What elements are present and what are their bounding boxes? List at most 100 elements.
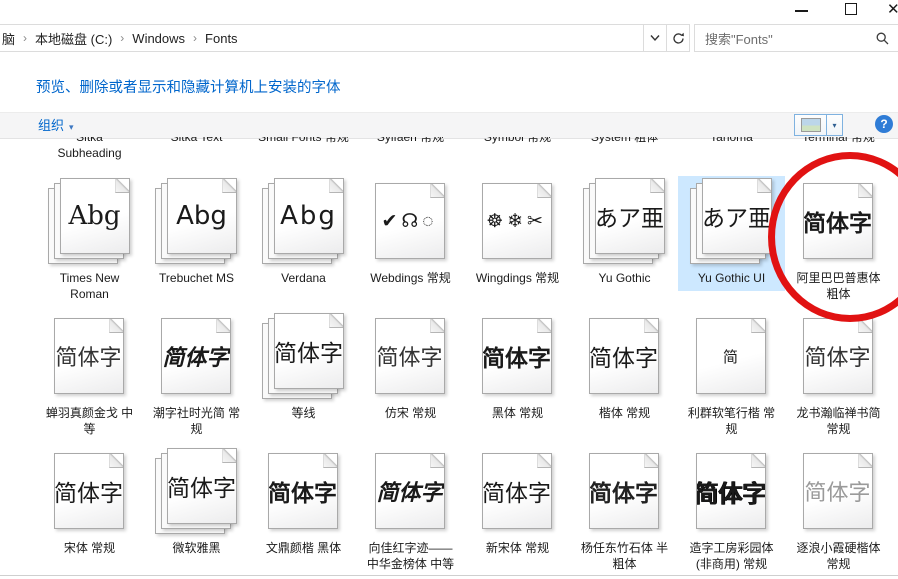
font-name-label: 黑体 常规 — [492, 405, 543, 421]
page-icon: 简体字 — [589, 318, 659, 394]
breadcrumb-separator-icon: › — [193, 31, 197, 45]
font-item[interactable]: あア亜Yu Gothic UI — [678, 176, 785, 291]
font-item[interactable]: Small Fonts 常规 — [250, 137, 357, 173]
font-preview-glyph: 简体字 — [589, 474, 658, 508]
font-preview-tile: 简体字 — [48, 313, 132, 401]
font-name-label: Webdings 常规 — [370, 270, 450, 286]
minimize-button[interactable] — [795, 10, 808, 12]
font-item[interactable]: 简体字阿里巴巴普惠体 粗体 — [785, 176, 892, 307]
font-preview-tile: 简体字 — [369, 448, 453, 536]
font-item[interactable]: 简体字杨任东竹石体 半粗体 — [571, 446, 678, 577]
search-icon[interactable] — [872, 32, 898, 45]
font-preview-glyph: 简体字 — [803, 204, 872, 238]
font-preview-glyph: 简体字 — [55, 340, 121, 372]
font-preview-glyph: 简体字 — [482, 474, 551, 508]
view-options-dropdown-button[interactable]: ▾ — [827, 114, 843, 136]
font-preview-glyph: 简体字 — [268, 474, 337, 508]
font-item[interactable]: Sitka Text — [143, 137, 250, 173]
font-item[interactable]: 简利群软笔行楷 常规 — [678, 311, 785, 442]
breadcrumb-item-windows[interactable]: Windows — [132, 31, 185, 46]
font-item[interactable]: ✔☊◌ Webdings 常规 — [357, 176, 464, 291]
page-icon: 简体字 — [161, 318, 231, 394]
page-icon: 简体字 — [54, 318, 124, 394]
font-preview-tile: 简体字 — [155, 448, 239, 536]
organize-menu-button[interactable]: 组织▾ — [38, 113, 74, 138]
font-name-label: Small Fonts 常规 — [258, 137, 349, 173]
font-item[interactable]: Sitka Subheading — [36, 137, 143, 173]
font-item[interactable]: 简体字向佳红字迹——中华金榜体 中等 — [357, 446, 464, 577]
page-icon: Abg — [274, 178, 344, 254]
font-item[interactable]: Terminal 常规 — [785, 137, 892, 173]
font-preview-tile: 简体字 — [797, 313, 881, 401]
page-icon: 简体字 — [375, 453, 445, 529]
font-item[interactable]: 简体字龙书瀚临禅书简 常规 — [785, 311, 892, 442]
font-preview-glyph: 简体字 — [482, 339, 551, 373]
fonts-explorer-window: ✕ 脑 › 本地磁盘 (C:) › Windows › Fonts 搜索" — [0, 0, 898, 579]
font-item[interactable]: AbgTrebuchet MS — [143, 176, 250, 291]
font-preview-tile: 简体字 — [476, 448, 560, 536]
font-preview-glyph: 简体字 — [162, 340, 228, 372]
font-item[interactable]: 简体字仿宋 常规 — [357, 311, 464, 426]
font-name-label: Wingdings 常规 — [476, 270, 559, 286]
page-icon: 简体字 — [589, 453, 659, 529]
font-preview-tile: あア亜 — [583, 178, 667, 266]
font-item[interactable]: Symbol 常规 — [464, 137, 571, 173]
font-item[interactable]: 简体字楷体 常规 — [571, 311, 678, 426]
breadcrumb-item-fonts[interactable]: Fonts — [205, 31, 238, 46]
maximize-button[interactable] — [845, 3, 857, 15]
font-item[interactable]: Sylfaen 常规 — [357, 137, 464, 173]
partially-scrolled-row: Sitka Subheading Sitka Text Small Fonts 常规… — [0, 137, 898, 173]
font-item[interactable]: 简体字造字工房彩园体 (非商用) 常规 — [678, 446, 785, 577]
font-name-label: Sitka Text — [171, 137, 223, 173]
font-item[interactable]: 简体字新宋体 常规 — [464, 446, 571, 561]
font-item[interactable]: 简体字文鼎颜楷 黑体 — [250, 446, 357, 561]
font-item[interactable]: AbgVerdana — [250, 176, 357, 291]
close-button[interactable]: ✕ — [887, 1, 898, 19]
font-preview-glyph: 简体字 — [804, 340, 870, 372]
font-name-label: 微软雅黑 — [172, 540, 220, 556]
font-item[interactable]: あア亜Yu Gothic — [571, 176, 678, 291]
page-icon: ☸❄✂ — [482, 183, 552, 259]
font-item[interactable]: 简体字逐浪小霞硬楷体 常规 — [785, 446, 892, 577]
font-name-label: Yu Gothic UI — [698, 270, 765, 286]
help-button[interactable]: ? — [875, 115, 893, 133]
font-item[interactable]: 简体字宋体 常规 — [36, 446, 143, 561]
breadcrumb-item-computer[interactable]: 脑 — [2, 29, 15, 48]
font-item[interactable]: Tahoma — [678, 137, 785, 173]
search-box[interactable]: 搜索"Fonts" — [694, 24, 898, 52]
address-bar[interactable]: 脑 › 本地磁盘 (C:) › Windows › Fonts — [0, 24, 690, 52]
font-item[interactable]: 简体字潮字社时光简 常规 — [143, 311, 250, 442]
organize-label: 组织 — [38, 118, 64, 133]
font-name-label: 等线 — [291, 405, 315, 421]
font-preview-tile: 简体字 — [583, 313, 667, 401]
statusbar-edge — [0, 575, 898, 576]
font-name-label: System 粗体 — [591, 137, 658, 173]
font-item[interactable]: 简体字黑体 常规 — [464, 311, 571, 426]
font-preview-glyph: 简体字 — [376, 340, 442, 372]
font-list-view: Sitka Subheading Sitka Text Small Fonts 常规… — [0, 137, 898, 577]
font-item[interactable]: AbgTimes New Roman — [36, 176, 143, 307]
font-name-label: Symbol 常规 — [484, 137, 551, 173]
font-name-label: Sylfaen 常规 — [377, 137, 444, 173]
font-item[interactable]: 简体字等线 — [250, 311, 357, 426]
font-preview-glyph: Abg — [280, 201, 337, 231]
breadcrumb-separator-icon: › — [120, 31, 124, 45]
font-item[interactable]: System 粗体 — [571, 137, 678, 173]
font-preview-tile: 简体字 — [48, 448, 132, 536]
font-preview-tile: ✔☊◌ — [369, 178, 453, 266]
font-name-label: 宋体 常规 — [64, 540, 115, 556]
font-preview-tile: 简 — [690, 313, 774, 401]
refresh-button[interactable] — [666, 25, 689, 51]
page-icon: 简体字 — [482, 453, 552, 529]
change-view-button[interactable] — [794, 114, 827, 136]
font-item[interactable]: ☸❄✂ Wingdings 常规 — [464, 176, 571, 291]
page-icon: 简体字 — [54, 453, 124, 529]
font-item[interactable]: 简体字微软雅黑 — [143, 446, 250, 561]
search-input[interactable]: 搜索"Fonts" — [695, 29, 872, 48]
breadcrumb-item-local-disk-c[interactable]: 本地磁盘 (C:) — [35, 29, 112, 48]
font-preview-glyph: 简体字 — [376, 475, 442, 507]
command-link-preview-fonts[interactable]: 预览、删除或者显示和隐藏计算机上安装的字体 — [36, 80, 341, 96]
address-dropdown-button[interactable] — [643, 25, 666, 51]
page-icon: ✔☊◌ — [375, 183, 445, 259]
font-item[interactable]: 简体字蝉羽真颜金戈 中等 — [36, 311, 143, 442]
